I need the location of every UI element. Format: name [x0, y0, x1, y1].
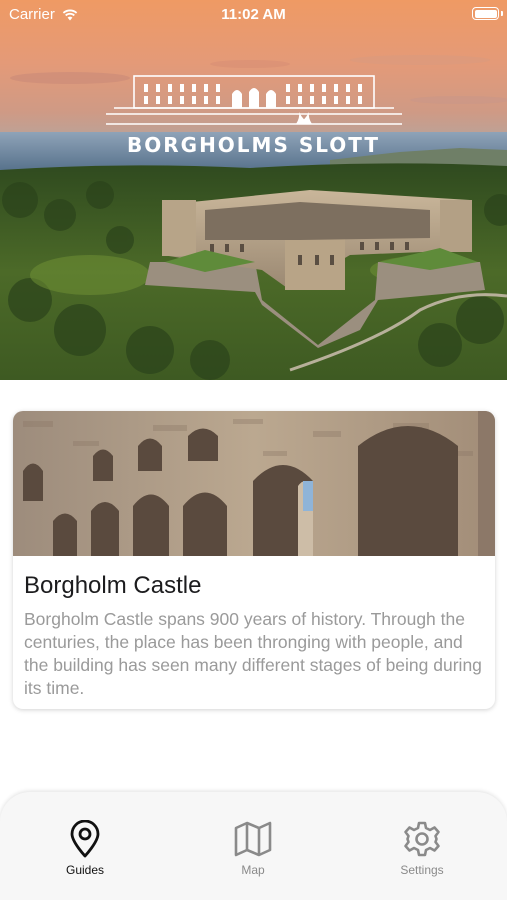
hero-banner: BORGHOLMS SLOTT Carrier 11:02 AM — [0, 0, 507, 380]
battery-fill — [474, 9, 497, 18]
tab-settings[interactable]: Settings — [367, 820, 477, 877]
tab-label-map: Map — [241, 863, 265, 877]
gear-icon — [404, 821, 440, 857]
brand-title: BORGHOLMS SLOTT — [127, 133, 380, 157]
tab-label-guides: Guides — [65, 863, 105, 877]
castle-aerial-photo — [0, 0, 507, 380]
guide-card-borgholm-castle[interactable]: Borgholm Castle Borgholm Castle spans 90… — [13, 411, 495, 709]
castle-ruins-photo — [13, 411, 495, 556]
tab-map[interactable]: Map — [198, 820, 308, 877]
battery-icon — [472, 7, 499, 20]
tab-label-settings: Settings — [400, 863, 444, 877]
tab-bar: Guides Map Settings — [0, 792, 507, 900]
card-title: Borgholm Castle — [24, 572, 202, 599]
status-bar: Carrier 11:02 AM — [0, 0, 507, 28]
status-time: 11:02 AM — [221, 6, 286, 23]
map-pin-icon — [70, 820, 100, 858]
tab-guides[interactable]: Guides — [30, 820, 140, 877]
map-icon — [234, 821, 272, 857]
battery-cap — [501, 11, 503, 16]
card-description: Borgholm Castle spans 900 years of histo… — [24, 609, 482, 698]
